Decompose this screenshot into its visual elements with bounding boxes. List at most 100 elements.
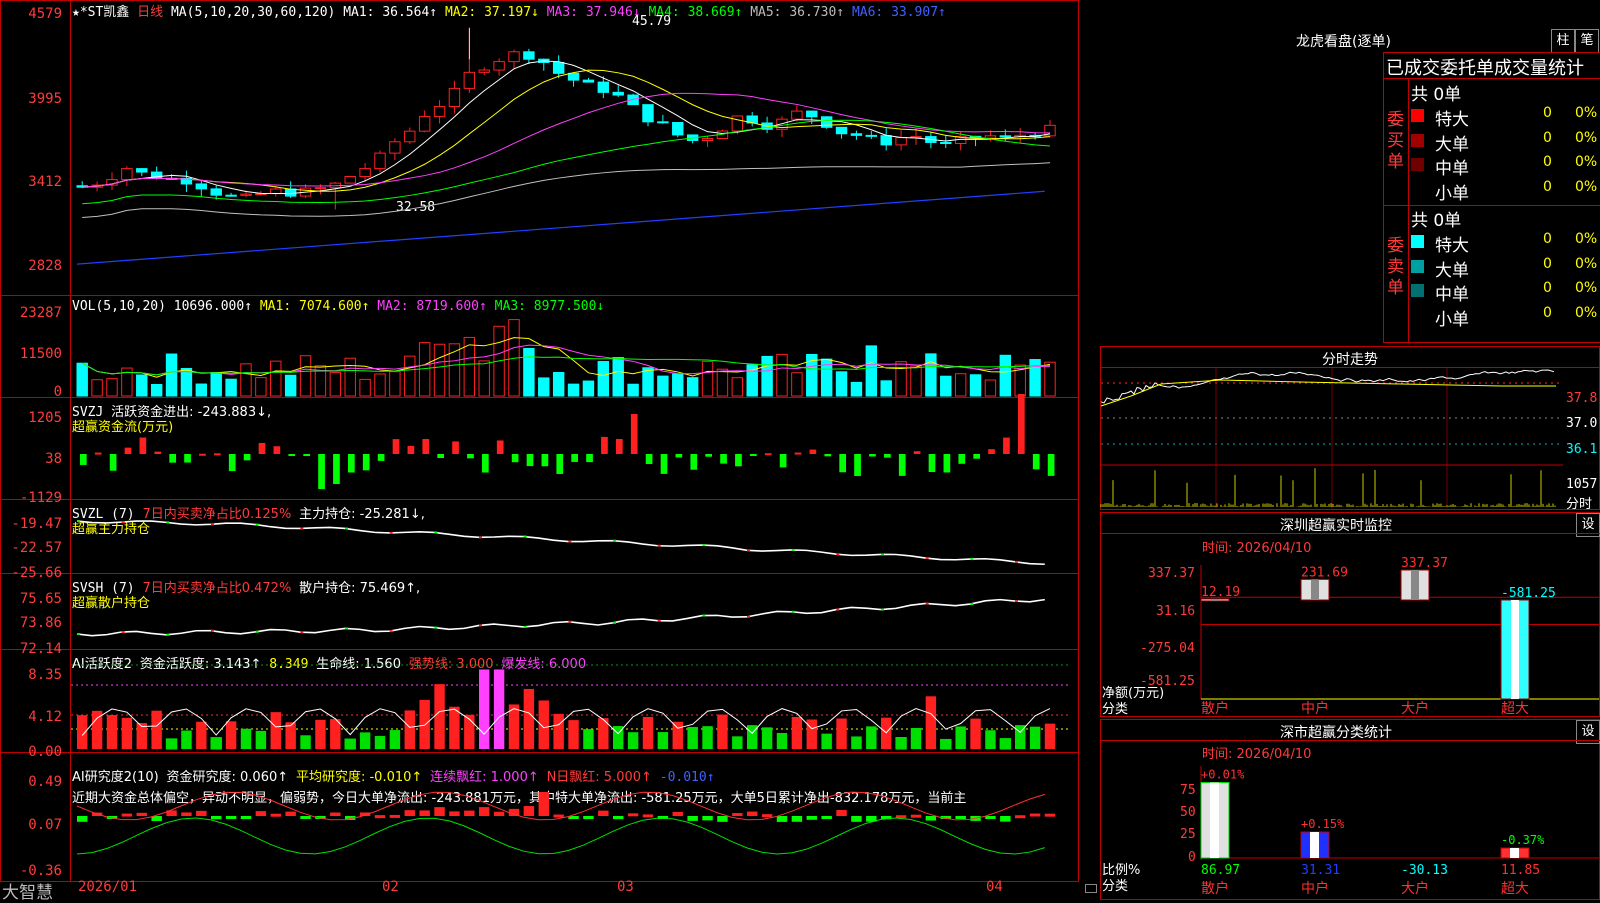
volume-bar	[686, 377, 699, 397]
flow-bar	[526, 454, 534, 467]
activity-bar	[1044, 723, 1056, 749]
flow-bar	[318, 454, 325, 489]
activity-bar	[999, 738, 1012, 750]
flow-bar	[94, 452, 102, 455]
flow-bar	[794, 452, 802, 455]
color-swatch	[1411, 109, 1424, 122]
volume-bar	[925, 353, 937, 397]
candle-body	[463, 71, 476, 89]
research-bar	[717, 816, 728, 822]
activity-bar	[940, 738, 952, 750]
bar-shade	[1511, 600, 1519, 699]
activity-bar	[240, 728, 252, 749]
tick-mark	[434, 531, 438, 534]
flow-bar	[243, 454, 251, 461]
tick-mark	[211, 629, 214, 632]
tick-mark	[925, 557, 929, 560]
x-axis-label: 03	[617, 879, 634, 895]
order-stat-v: 0	[1543, 231, 1552, 247]
flow-bar	[139, 437, 147, 454]
activity-bar	[761, 727, 773, 749]
flow-bar	[392, 439, 400, 454]
volume-chart[interactable]	[71, 310, 1076, 397]
activity-bar	[687, 727, 698, 749]
tick-mark	[702, 544, 706, 547]
bar-mode-button[interactable]: 柱	[1551, 29, 1575, 53]
activity-bar	[955, 726, 966, 749]
flow-bar	[109, 454, 117, 471]
flow-bar	[437, 454, 445, 459]
flow-bar	[839, 454, 847, 473]
lhb-title: 龙虎看盘(逐单)	[1296, 34, 1391, 50]
tick-mark	[121, 631, 125, 634]
research-bar	[806, 816, 817, 820]
category-label: 大户	[1401, 700, 1429, 717]
volume-bar	[91, 379, 103, 397]
intraday-unit: 分时	[1566, 497, 1593, 512]
flow-bar	[913, 451, 921, 454]
candle-body	[225, 194, 237, 197]
category-label: 中户	[1301, 880, 1329, 897]
ai-research-chart[interactable]	[71, 791, 1076, 878]
intraday-chart[interactable]	[1100, 368, 1563, 508]
svzl-y-label: -19.47	[11, 516, 62, 532]
ma-line	[76, 190, 1045, 265]
volume-bar	[791, 372, 803, 397]
order-stat-name: 中单	[1435, 285, 1469, 305]
ai2-avg: 平均研究度: -0.010↑	[295, 770, 423, 785]
category-label: 散户	[1201, 700, 1229, 717]
research-bar	[538, 792, 549, 816]
activity-bar	[121, 717, 133, 749]
ai-activity-chart[interactable]	[71, 664, 1076, 751]
volume-bar	[180, 367, 193, 397]
tick-mark	[255, 523, 259, 526]
volume-bar	[255, 377, 267, 397]
candle-body	[195, 183, 208, 190]
main-holding-chart[interactable]	[71, 515, 1076, 572]
activity-bar	[359, 732, 371, 749]
bar-shade	[1411, 570, 1419, 600]
retail-holding-chart[interactable]	[71, 592, 1076, 648]
tick-mark	[881, 608, 884, 611]
research-bar	[598, 810, 609, 816]
ai2-title: AI研究度2(10)	[72, 770, 159, 785]
research-bar	[672, 811, 683, 816]
flow-bar	[347, 454, 355, 473]
tick-mark	[300, 527, 304, 530]
tick-mark	[613, 539, 616, 542]
flow-bar	[79, 454, 87, 465]
flow-bar	[615, 439, 623, 454]
category-label: 大户	[1401, 880, 1429, 897]
order-stat-name: 特大	[1435, 236, 1469, 256]
activity-bar	[151, 710, 162, 749]
category-label: 超大	[1501, 701, 1529, 717]
sz-class-chart: +0.01% 86.97 散户 +0.15% 31.31 中户 -30.13 大户 -0.37%…	[1200, 766, 1599, 897]
kline-y-label: 3412	[28, 174, 62, 190]
svsh-y-label: 73.86	[19, 615, 62, 631]
candle-body	[136, 168, 148, 173]
capital-flow-chart[interactable]	[71, 394, 1076, 498]
tick-mark	[479, 536, 482, 539]
volume-bar	[329, 371, 342, 397]
candle-body	[895, 137, 907, 146]
activity-bar	[583, 729, 594, 749]
ai2-y-label: 0.07	[28, 817, 62, 833]
vol-y-label: 0	[53, 384, 62, 400]
flow-bar	[675, 454, 683, 458]
research-bar	[955, 816, 966, 819]
volume-bar	[478, 360, 490, 397]
candle-body	[314, 187, 327, 190]
buy-total: 共 0单	[1411, 85, 1462, 105]
tick-mode-button[interactable]: 笔	[1575, 29, 1599, 53]
flow-bar	[749, 454, 757, 456]
color-swatch	[1411, 284, 1424, 297]
volume-bar	[106, 378, 118, 397]
order-stat-name: 中单	[1435, 159, 1469, 179]
ai2-legend: AI研究度2(10) 资金研究度: 0.060↑ 平均研究度: -0.010↑ …	[72, 766, 715, 785]
research-bar	[225, 816, 237, 819]
candle-body	[701, 137, 714, 141]
activity-bar	[225, 721, 237, 749]
pct-label: +0.15%	[1301, 817, 1345, 831]
candlestick-chart[interactable]	[71, 18, 1076, 293]
tick-mark	[702, 614, 706, 617]
